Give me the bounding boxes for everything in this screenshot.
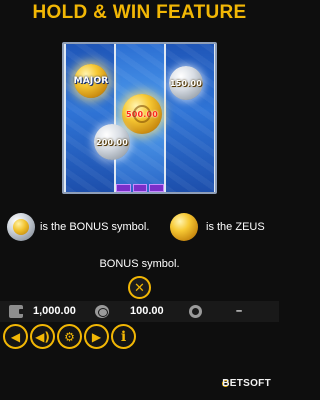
brand-logo: BETSOFT <box>222 378 271 389</box>
wallet-icon <box>9 305 24 318</box>
zeus-coin: 500.00 <box>122 94 162 134</box>
bonus-symbol-center <box>13 219 29 235</box>
bet-value: 100.00 <box>130 305 164 317</box>
win-icon <box>189 305 202 318</box>
symbol-description: is the BONUS symbol. is the ZEUS <box>0 213 279 243</box>
zeus-bonus-symbol-icon <box>170 213 198 241</box>
zeus-face-icon <box>133 105 151 123</box>
close-button[interactable]: ✕ <box>128 276 151 299</box>
free-games-slot <box>116 184 131 192</box>
silver-coin-150: 150.00 <box>169 66 203 100</box>
page-title: HOLD & WIN FEATURE <box>32 2 247 23</box>
slot-reels-illustration: MAJOR 150.00 500.00 200.00 <box>62 42 217 194</box>
control-bar: ◀ ◀) ⚙ ▶ i <box>0 323 279 353</box>
major-coin-label: MAJOR <box>73 76 109 86</box>
autoplay-button[interactable]: ▶ <box>84 324 109 349</box>
free-games-slot <box>132 184 148 192</box>
balance-value: 1,000.00 <box>33 305 76 317</box>
bet-coins-icon <box>95 305 109 318</box>
free-games-slot <box>149 184 165 192</box>
bonus-symbol-text: is the BONUS symbol. <box>40 221 150 233</box>
sound-button[interactable]: ◀) <box>30 324 55 349</box>
zeus-symbol-text-continued: BONUS symbol. <box>99 258 180 270</box>
bonus-symbol-icon <box>7 213 35 241</box>
silver-coin-150-value: 150.00 <box>169 78 203 88</box>
back-button[interactable]: ◀ <box>3 324 28 349</box>
silver-coin-200: 200.00 <box>94 124 130 160</box>
info-button[interactable]: i <box>111 324 136 349</box>
free-games-indicator <box>116 184 165 192</box>
stats-bar: 1,000.00 100.00 – <box>0 301 279 322</box>
major-coin: MAJOR <box>74 64 108 98</box>
settings-button[interactable]: ⚙ <box>57 324 82 349</box>
zeus-symbol-text: is the ZEUS <box>206 221 265 233</box>
silver-coin-200-value: 200.00 <box>95 137 129 147</box>
win-value: – <box>236 305 243 317</box>
